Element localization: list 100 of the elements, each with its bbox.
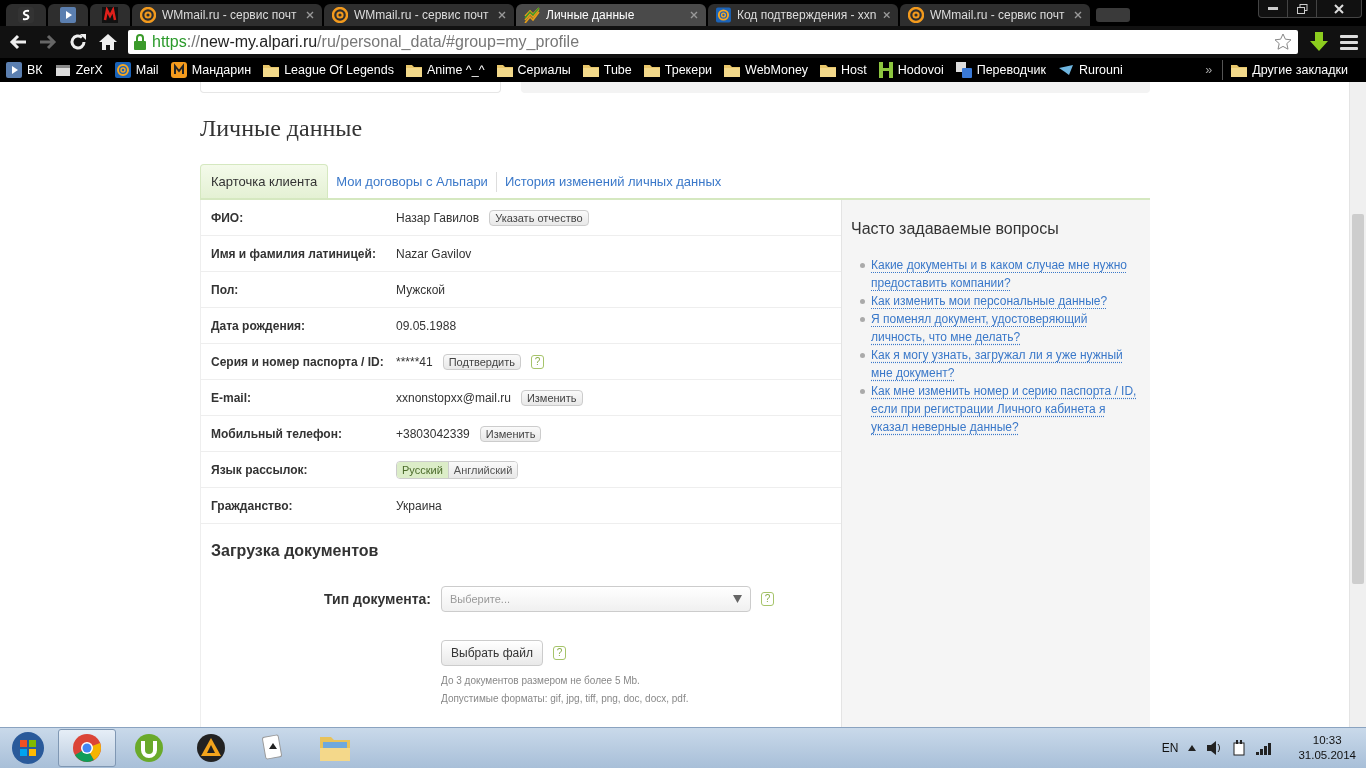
mail-icon (332, 7, 348, 23)
field-label: Пол: (210, 282, 240, 297)
hint-text: Допустимые форматы: gif, jpg, tiff, png, doc, docx, pdf. (441, 692, 690, 706)
field-label: Серия и номер паспорта / ID: (210, 354, 385, 369)
mail-icon (140, 7, 156, 23)
scrollbar[interactable] (1349, 82, 1366, 727)
bookmark[interactable]: Anime ^_^ (405, 63, 485, 77)
bookmark[interactable]: Rurouni (1057, 62, 1123, 78)
more-bookmarks-button[interactable]: » (1205, 63, 1213, 77)
faq-link[interactable]: Я поменял документ, удостоверяющий личность, что мне делать? (871, 310, 1142, 346)
section-heading: Загрузка документов (211, 542, 380, 560)
bookmark[interactable]: Mail (114, 62, 159, 78)
play-icon (6, 62, 22, 78)
torrent-icon (134, 733, 164, 763)
speaker-icon[interactable] (1206, 740, 1223, 756)
bullet-icon (860, 353, 865, 358)
bookmark[interactable]: Hodovoi (878, 62, 944, 78)
action-button[interactable]: Подтвердить (442, 353, 521, 370)
action-button[interactable]: Изменить (520, 389, 583, 406)
folder-icon (643, 63, 660, 77)
bookmark[interactable]: Tube (582, 63, 632, 77)
field-value: 09.05.1988 (396, 318, 457, 333)
faq-link[interactable]: Как мне изменить номер и серию паспорта / ID, если при регистрации Личного кабинета я указал неверные данные? (871, 382, 1142, 436)
bookmark[interactable]: League Of Legends (263, 63, 394, 77)
language-option[interactable]: Русский (397, 461, 448, 478)
bullet-icon (860, 389, 865, 394)
browser-tab[interactable]: WMmail.ru - сервис почт (132, 4, 322, 26)
mail-icon (908, 7, 924, 23)
field-value: *****41 (396, 354, 433, 369)
bookmark[interactable]: Мандарин (170, 62, 252, 78)
folder-icon (724, 63, 741, 77)
bookmark[interactable]: ZerX (54, 62, 103, 78)
faq-link[interactable]: Как изменить мои персональные данные? (871, 292, 1108, 310)
bullet-icon (860, 299, 865, 304)
forward-icon[interactable] (38, 32, 58, 52)
back-icon[interactable] (8, 32, 28, 52)
browser-tab[interactable] (48, 4, 88, 26)
field-value: +3803042339 (396, 426, 470, 441)
field-label: Имя и фамилия латиницей: (210, 246, 377, 261)
page-title: Личные данные (200, 115, 364, 142)
restore-icon[interactable] (1296, 3, 1308, 14)
chart-icon (524, 7, 540, 23)
app-icon (170, 62, 187, 78)
field-value: Мужской (396, 282, 446, 297)
choose-file-button[interactable]: Выбрать файл (441, 640, 543, 666)
language-option[interactable]: Английский (447, 461, 518, 478)
field-label: Мобильный телефон: (210, 426, 343, 441)
language-indicator[interactable]: EN (1161, 741, 1179, 755)
browser-tab[interactable]: Код подтверждения - xxn (708, 4, 898, 26)
browser-icon (72, 733, 102, 763)
field-label: Язык рассылок: (210, 462, 309, 477)
bookmark[interactable]: Сериалы (496, 63, 571, 77)
clapper-icon (54, 62, 71, 78)
app-icon (878, 62, 893, 78)
clock[interactable]: 10:33 31.05.2014 (1298, 733, 1356, 763)
folder-icon (405, 63, 422, 77)
menu-icon[interactable] (1340, 34, 1358, 50)
bullet-icon (860, 263, 865, 268)
reload-icon[interactable] (68, 32, 88, 52)
power-icon[interactable] (1232, 740, 1247, 756)
folder-icon (1231, 63, 1248, 77)
bookmark[interactable]: Трекери (643, 63, 713, 77)
page-tab[interactable]: Мои договоры с Альпари (328, 172, 496, 192)
play-icon (60, 7, 76, 23)
field-value: xxnonstopxx@mail.ru (396, 390, 511, 405)
home-icon[interactable] (98, 32, 118, 52)
action-button[interactable]: Изменить (479, 425, 542, 442)
mail-icon (114, 62, 131, 78)
address-bar[interactable]: https://new-my.alpari.ru/ru/personal_data/#group=my_profile (128, 30, 1298, 54)
field-label: Тип документа: (323, 591, 431, 607)
bird-icon (1057, 62, 1074, 78)
browser-tab[interactable]: WMmail.ru - сервис почт (324, 4, 514, 26)
caret-icon (733, 595, 742, 603)
browser-tab[interactable]: Личные данные (516, 4, 706, 26)
browser-tab[interactable] (6, 4, 46, 26)
browser-tab[interactable]: WMmail.ru - сервис почт (900, 4, 1090, 26)
field-value: Nazar Gavilov (396, 246, 472, 261)
field-label: Гражданство: (210, 498, 294, 513)
faq-link[interactable]: Какие документы и в каком случае мне нужно предоставить компании? (871, 256, 1142, 292)
bookmark[interactable]: WebMoney (724, 63, 809, 77)
folder-icon (263, 63, 280, 77)
star-icon[interactable] (1274, 33, 1292, 51)
folder-icon (496, 63, 513, 77)
page-tab[interactable]: Карточка клиента (200, 164, 329, 198)
player-icon (196, 733, 226, 763)
folder-icon (582, 63, 599, 77)
folder-icon (319, 734, 351, 762)
bookmark[interactable]: Host (820, 63, 867, 77)
folder-icon (820, 63, 837, 77)
page-tab[interactable]: История изменений личных данных (495, 172, 730, 192)
action-button[interactable]: Указать отчество (489, 209, 589, 226)
field-value: Украина (396, 498, 442, 513)
hint-text: До 3 документов размером не более 5 Mb. (441, 674, 641, 688)
translate-icon (955, 62, 972, 78)
bookmark[interactable]: Другие закладки (1231, 63, 1348, 77)
show-hidden-icons-icon[interactable] (1188, 745, 1197, 751)
bookmark[interactable]: Переводчик (955, 62, 1046, 78)
bookmark[interactable]: ВК (6, 62, 43, 78)
faq-link[interactable]: Как я могу узнать, загружал ли я уже нужный мне документ? (871, 346, 1142, 382)
download-icon[interactable] (1308, 31, 1330, 53)
